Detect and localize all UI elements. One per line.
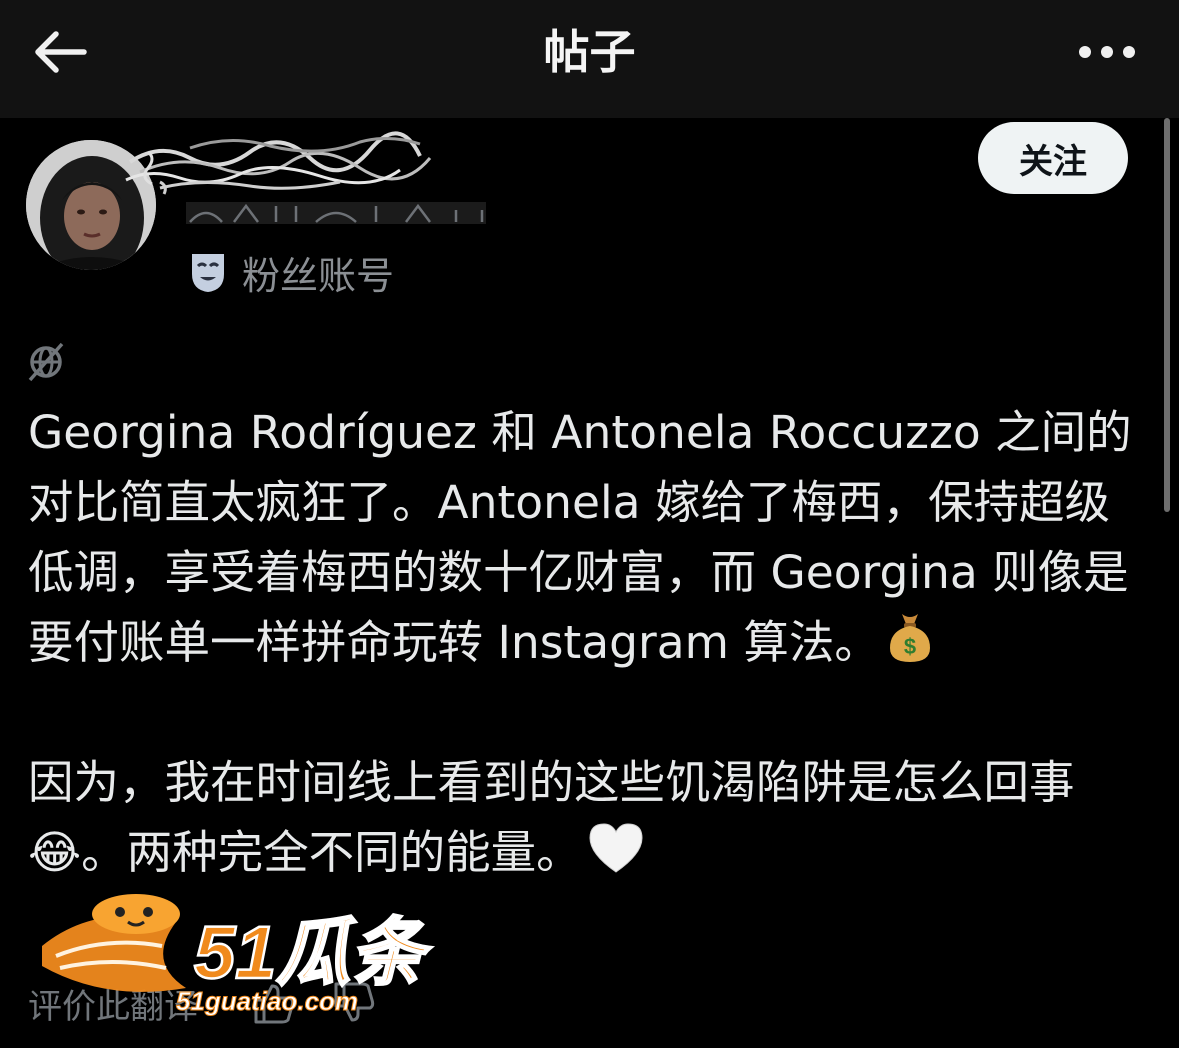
display-name-redacted[interactable] bbox=[120, 128, 450, 200]
rate-translation-row: 评价此翻译 bbox=[28, 975, 410, 1031]
account-type-label: 粉丝账号 bbox=[242, 253, 395, 298]
top-bar: 帖子 bbox=[0, 0, 1179, 118]
back-button[interactable] bbox=[22, 22, 98, 82]
money-bag-emoji: $ bbox=[889, 614, 930, 662]
account-label-row: 粉丝账号 bbox=[188, 242, 394, 302]
redacted-handle-marks bbox=[186, 202, 486, 224]
svg-text:$: $ bbox=[904, 634, 916, 659]
redaction-scribble bbox=[125, 131, 432, 195]
follow-button[interactable]: 关注 bbox=[978, 122, 1128, 194]
page-title: 帖子 bbox=[543, 25, 636, 79]
post-paragraph-1: Georgina Rodríguez 和 Antonela Roccuzzo 之… bbox=[28, 398, 1154, 678]
globe-icon bbox=[28, 342, 64, 382]
arrow-left-icon bbox=[35, 31, 87, 73]
thumbs-up-icon[interactable] bbox=[250, 980, 296, 1026]
more-options-button[interactable] bbox=[1067, 26, 1147, 78]
rate-translation-label: 评价此翻译 bbox=[28, 986, 198, 1027]
white-heart-emoji bbox=[589, 823, 643, 873]
scrollbar[interactable] bbox=[1164, 118, 1170, 512]
thumbs-down-icon[interactable] bbox=[330, 980, 376, 1026]
post-paragraph-2-text: 因为，我在时间线上看到的这些饥渴陷阱是怎么回事😂。两种完全不同的能量。 bbox=[28, 756, 1075, 879]
post-paragraph-2: 因为，我在时间线上看到的这些饥渴陷阱是怎么回事😂。两种完全不同的能量。 bbox=[28, 748, 1154, 888]
handle-redacted bbox=[186, 196, 506, 226]
theater-mask-icon bbox=[192, 254, 224, 292]
post-detail-screen: 帖子 粉丝账号 关注 Georgina Rodríguez 和 Antonela… bbox=[0, 0, 1179, 1048]
more-horizontal-icon bbox=[1079, 46, 1135, 58]
post-body: Georgina Rodríguez 和 Antonela Roccuzzo 之… bbox=[28, 398, 1154, 888]
post-paragraph-1-text: Georgina Rodríguez 和 Antonela Roccuzzo 之… bbox=[28, 406, 1132, 669]
